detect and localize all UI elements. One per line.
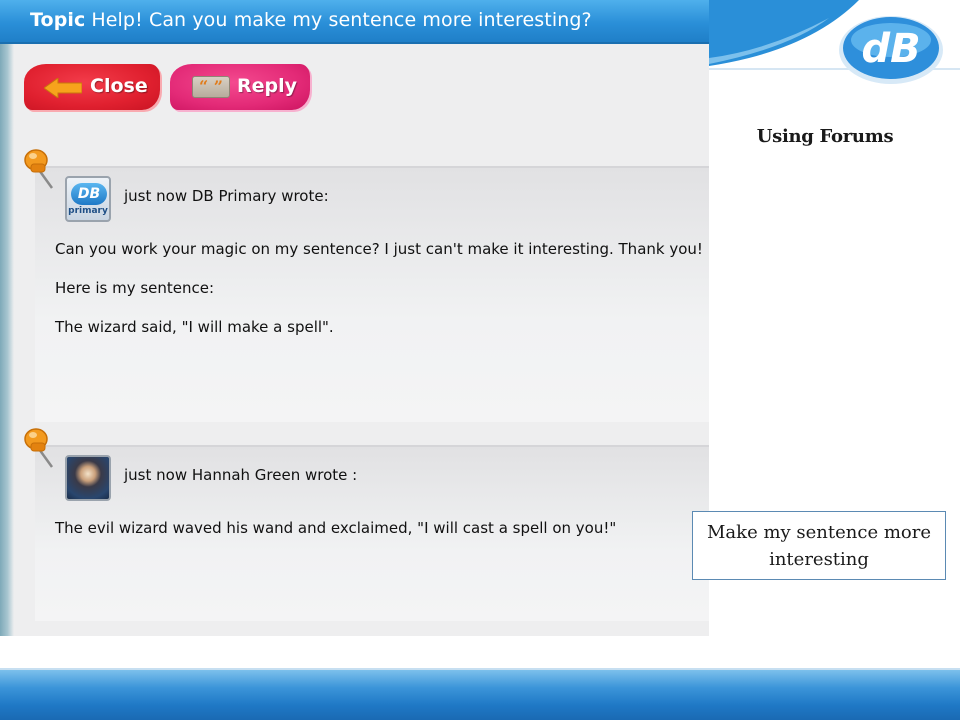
post-line: Here is my sentence:: [55, 279, 215, 297]
topic-prefix: Topic: [30, 9, 86, 31]
page-title: Using Forums: [756, 126, 894, 147]
db-logo: dB: [839, 16, 943, 84]
note-text: Make my sentence more interesting: [707, 522, 931, 570]
post-author-line: just now DB Primary wrote:: [124, 187, 329, 205]
logo-text: dB: [861, 26, 920, 72]
pushpin-icon: [24, 149, 54, 189]
pushpin-icon: [24, 428, 54, 468]
avatar-caption: primary: [68, 206, 108, 216]
post-author-line: just now Hannah Green wrote :: [124, 466, 358, 484]
close-button[interactable]: Close: [24, 64, 160, 110]
footer-bar: [0, 670, 960, 720]
forum-post: just now Hannah Green wrote : The evil w…: [35, 445, 709, 621]
post-line: Can you work your magic on my sentence? …: [55, 240, 703, 258]
close-button-label: Close: [90, 75, 148, 97]
note-box: Make my sentence more interesting: [692, 511, 946, 580]
reply-button-label: Reply: [237, 75, 298, 97]
avatar: [65, 455, 111, 501]
topic-bar: Topic Help! Can you make my sentence more…: [0, 0, 709, 44]
post-line: The evil wizard waved his wand and excla…: [55, 519, 617, 537]
torn-edge-decoration: [0, 0, 14, 636]
forum-slide: Topic Help! Can you make my sentence more…: [0, 0, 960, 720]
arrow-left-icon: [44, 78, 82, 98]
forum-post: DB primary just now DB Primary wrote: Ca…: [35, 166, 709, 422]
avatar: DB primary: [65, 176, 111, 222]
avatar-logo-text: DB: [71, 183, 107, 205]
forum-panel: Topic Help! Can you make my sentence more…: [0, 0, 709, 636]
reply-button[interactable]: “ ” Reply: [170, 64, 310, 110]
topic-heading: Topic Help! Can you make my sentence more…: [30, 9, 592, 31]
topic-title: Help! Can you make my sentence more inte…: [91, 9, 592, 31]
post-line: The wizard said, "I will make a spell".: [55, 318, 334, 336]
post-body: Can you work your magic on my sentence? …: [55, 240, 703, 357]
quote-icon: “ ”: [192, 76, 230, 98]
post-body: The evil wizard waved his wand and excla…: [55, 519, 695, 558]
